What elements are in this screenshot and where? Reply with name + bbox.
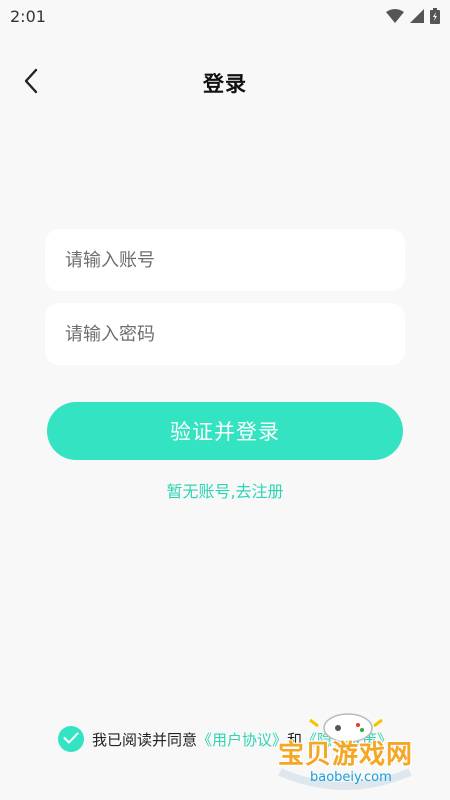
account-field[interactable] [45, 229, 405, 291]
register-link[interactable]: 暂无账号,去注册 [0, 478, 450, 502]
nav-bar: 登录 [0, 60, 450, 106]
status-time: 2:01 [10, 6, 46, 26]
login-button[interactable]: 验证并登录 [47, 402, 403, 460]
password-field[interactable] [45, 303, 405, 365]
status-bar: 2:01 [0, 0, 450, 32]
battery-icon [430, 8, 440, 24]
watermark-text: 宝贝游戏网 [278, 740, 414, 770]
back-button[interactable] [14, 66, 48, 100]
page-title: 登录 [203, 72, 247, 96]
back-arrow-icon [23, 68, 39, 98]
wifi-icon [386, 9, 404, 23]
agreement-checkbox[interactable] [58, 726, 84, 752]
status-icons [386, 8, 440, 24]
password-input[interactable] [65, 323, 385, 345]
signal-icon [410, 9, 424, 23]
agreement-prefix: 我已阅读并同意 [92, 730, 198, 749]
account-input[interactable] [65, 249, 385, 271]
checkmark-icon [63, 730, 79, 748]
watermark: 宝贝游戏网 baobeiy.com [270, 700, 420, 795]
watermark-url: baobeiy.com [310, 770, 392, 785]
